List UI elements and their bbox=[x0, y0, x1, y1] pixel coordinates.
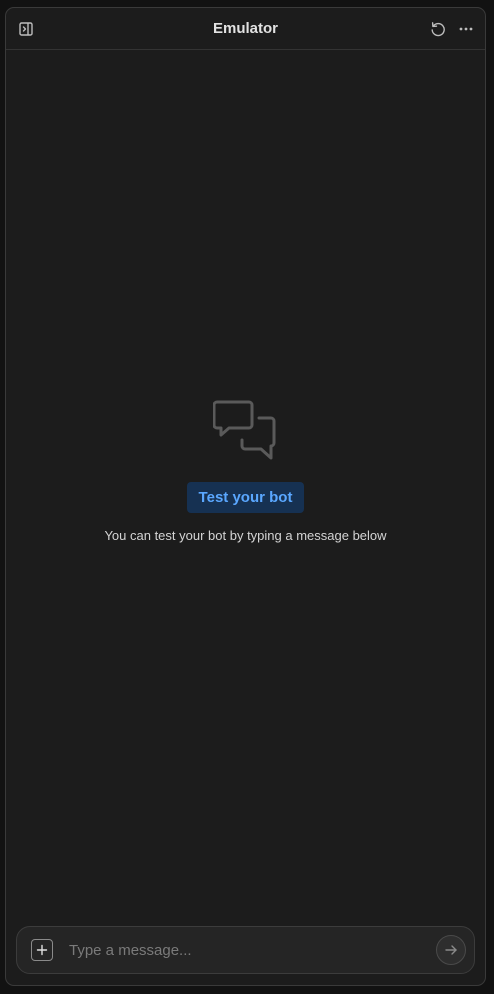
page-title: Emulator bbox=[212, 20, 278, 37]
test-your-bot-badge: Test your bot bbox=[186, 482, 305, 513]
more-horizontal-icon bbox=[459, 27, 473, 31]
message-composer bbox=[16, 926, 475, 974]
chat-bubbles-icon bbox=[212, 400, 275, 460]
send-button[interactable] bbox=[436, 935, 466, 965]
emulator-panel: Emulator Test your bot You can test your… bbox=[5, 7, 486, 986]
message-input[interactable] bbox=[69, 937, 419, 963]
reset-button[interactable] bbox=[427, 18, 449, 40]
sidebar-toggle-button[interactable] bbox=[15, 18, 37, 40]
empty-state-hint: You can test your bot by typing a messag… bbox=[104, 528, 387, 543]
plus-icon bbox=[36, 944, 48, 956]
empty-state: Test your bot You can test your bot by t… bbox=[6, 396, 485, 543]
reset-icon bbox=[431, 22, 445, 37]
arrow-right-icon bbox=[445, 945, 457, 955]
add-attachment-button[interactable] bbox=[31, 939, 53, 961]
header-bar: Emulator bbox=[6, 8, 485, 50]
more-options-button[interactable] bbox=[455, 18, 477, 40]
sidebar-toggle-icon bbox=[19, 22, 33, 36]
